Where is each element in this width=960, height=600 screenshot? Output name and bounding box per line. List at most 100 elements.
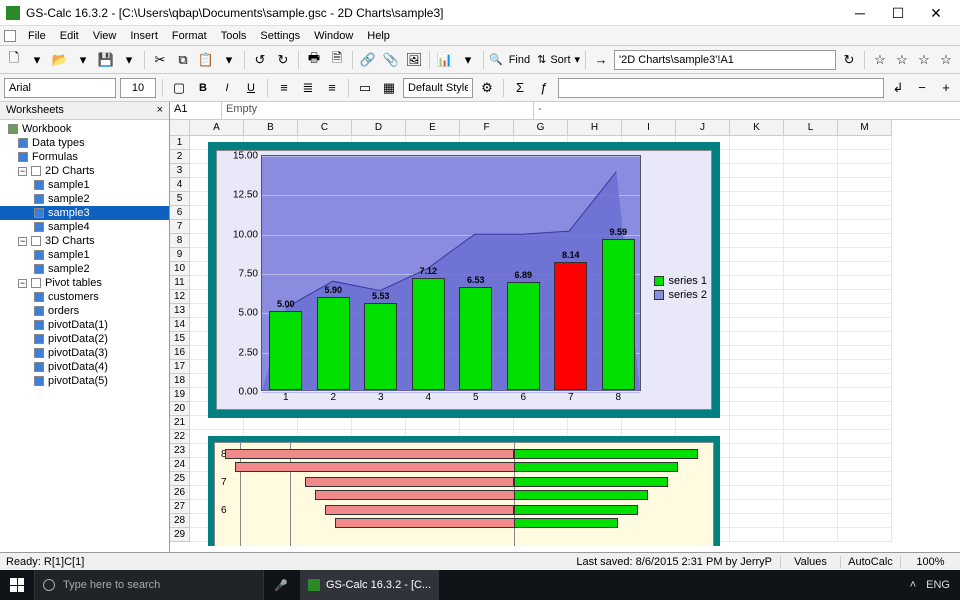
system-tray[interactable]: ˄ ENG xyxy=(900,579,960,591)
row-header[interactable]: 16 xyxy=(170,346,190,360)
taskbar-app[interactable]: GS-Calc 16.3.2 - [C... xyxy=(300,570,439,600)
tree-leaf[interactable]: orders xyxy=(0,304,169,318)
row-header[interactable]: 1 xyxy=(170,136,190,150)
star-3[interactable]: ☆ xyxy=(914,50,934,70)
goto-button[interactable]: → xyxy=(591,50,611,70)
row-header[interactable]: 13 xyxy=(170,304,190,318)
row-header[interactable]: 11 xyxy=(170,276,190,290)
tree-root[interactable]: Workbook xyxy=(0,122,169,136)
row-headers[interactable]: 1234567891011121314151617181920212223242… xyxy=(170,136,190,542)
preview-button[interactable]: 🗎 xyxy=(327,50,347,70)
row-header[interactable]: 20 xyxy=(170,402,190,416)
col-header[interactable]: I xyxy=(622,120,676,136)
star-2[interactable]: ☆ xyxy=(892,50,912,70)
menu-file[interactable]: File xyxy=(22,28,52,44)
column-headers[interactable]: ABCDEFGHIJKLM xyxy=(190,120,892,136)
chart-dropdown[interactable]: ▾ xyxy=(458,50,478,70)
tree-leaf[interactable]: pivotData(4) xyxy=(0,360,169,374)
tree-group[interactable]: Formulas xyxy=(0,150,169,164)
row-header[interactable]: 2 xyxy=(170,150,190,164)
paste-button[interactable]: 📋 xyxy=(196,50,216,70)
col-header[interactable]: E xyxy=(406,120,460,136)
col-header[interactable]: D xyxy=(352,120,406,136)
menu-window[interactable]: Window xyxy=(308,28,359,44)
tray-lang[interactable]: ENG xyxy=(926,579,950,591)
sum-button[interactable]: Σ xyxy=(510,78,530,98)
tree-leaf[interactable]: sample4 xyxy=(0,220,169,234)
chart-button[interactable]: 📊 xyxy=(435,50,455,70)
save-dropdown[interactable]: ▾ xyxy=(119,50,139,70)
row-header[interactable]: 22 xyxy=(170,430,190,444)
col-header[interactable]: G xyxy=(514,120,568,136)
open-button[interactable]: 📂 xyxy=(50,50,70,70)
col-header[interactable]: F xyxy=(460,120,514,136)
menu-tools[interactable]: Tools xyxy=(215,28,253,44)
tree-group[interactable]: −3D Charts xyxy=(0,234,169,248)
link-button[interactable]: 🔗 xyxy=(358,50,378,70)
status-autocalc[interactable]: AutoCalc xyxy=(840,556,900,568)
tree-group[interactable]: −Pivot tables xyxy=(0,276,169,290)
tree-leaf[interactable]: pivotData(3) xyxy=(0,346,169,360)
align-center-button[interactable]: ≣ xyxy=(298,78,318,98)
tray-chevron-icon[interactable]: ˄ xyxy=(910,579,916,591)
copy-button[interactable]: ⧉ xyxy=(173,50,193,70)
tree-leaf[interactable]: sample1 xyxy=(0,178,169,192)
row-header[interactable]: 29 xyxy=(170,528,190,542)
row-header[interactable]: 4 xyxy=(170,178,190,192)
address-input[interactable] xyxy=(614,50,836,70)
star-1[interactable]: ☆ xyxy=(870,50,890,70)
font-select[interactable] xyxy=(4,78,116,98)
chart-hbar[interactable]: 876 xyxy=(208,436,720,546)
tree-leaf[interactable]: sample2 xyxy=(0,192,169,206)
tree-leaf[interactable]: customers xyxy=(0,290,169,304)
fx-button[interactable]: ƒ xyxy=(534,78,554,98)
minimize-button[interactable]: ─ xyxy=(842,2,878,24)
col-header[interactable]: L xyxy=(784,120,838,136)
tree-leaf[interactable]: sample2 xyxy=(0,262,169,276)
bold-button[interactable]: B xyxy=(193,78,213,98)
col-header[interactable]: A xyxy=(190,120,244,136)
star-4[interactable]: ☆ xyxy=(936,50,956,70)
row-header[interactable]: 21 xyxy=(170,416,190,430)
minus-button[interactable]: − xyxy=(912,78,932,98)
align-right-button[interactable]: ≡ xyxy=(322,78,342,98)
print-button[interactable]: 🖶 xyxy=(304,50,324,70)
image-button[interactable]: 🖼 xyxy=(404,50,424,70)
gear-icon[interactable]: ⚙ xyxy=(477,78,497,98)
new-dropdown[interactable]: ▾ xyxy=(27,50,47,70)
col-header[interactable]: J xyxy=(676,120,730,136)
formula-input[interactable] xyxy=(558,78,884,98)
row-header[interactable]: 19 xyxy=(170,388,190,402)
menu-help[interactable]: Help xyxy=(361,28,396,44)
sidebar-close-icon[interactable]: × xyxy=(157,104,163,117)
row-header[interactable]: 17 xyxy=(170,360,190,374)
col-header[interactable]: M xyxy=(838,120,892,136)
col-header[interactable]: H xyxy=(568,120,622,136)
row-header[interactable]: 6 xyxy=(170,206,190,220)
tree-leaf[interactable]: pivotData(2) xyxy=(0,332,169,346)
fill-color-button[interactable]: ▭ xyxy=(355,78,375,98)
border-button[interactable]: ▢ xyxy=(169,78,189,98)
tree-leaf[interactable]: sample1 xyxy=(0,248,169,262)
tree-leaf[interactable]: sample3 xyxy=(0,206,169,220)
row-header[interactable]: 7 xyxy=(170,220,190,234)
underline-button[interactable]: U xyxy=(241,78,261,98)
menu-settings[interactable]: Settings xyxy=(254,28,306,44)
table-button[interactable]: ▦ xyxy=(379,78,399,98)
style-select[interactable] xyxy=(403,78,473,98)
row-header[interactable]: 8 xyxy=(170,234,190,248)
status-values[interactable]: Values xyxy=(780,556,840,568)
attach-button[interactable]: 📎 xyxy=(381,50,401,70)
find-box[interactable]: 🔍 Find xyxy=(489,53,534,66)
tree-group[interactable]: Data types xyxy=(0,136,169,150)
new-button[interactable]: 🗋 xyxy=(4,50,24,70)
menu-view[interactable]: View xyxy=(87,28,123,44)
row-header[interactable]: 12 xyxy=(170,290,190,304)
menu-insert[interactable]: Insert xyxy=(124,28,164,44)
tree-leaf[interactable]: pivotData(5) xyxy=(0,374,169,388)
row-header[interactable]: 28 xyxy=(170,514,190,528)
mic-icon[interactable]: 🎤 xyxy=(264,579,298,592)
italic-button[interactable]: I xyxy=(217,78,237,98)
redo-button[interactable]: ↻ xyxy=(273,50,293,70)
row-header[interactable]: 27 xyxy=(170,500,190,514)
